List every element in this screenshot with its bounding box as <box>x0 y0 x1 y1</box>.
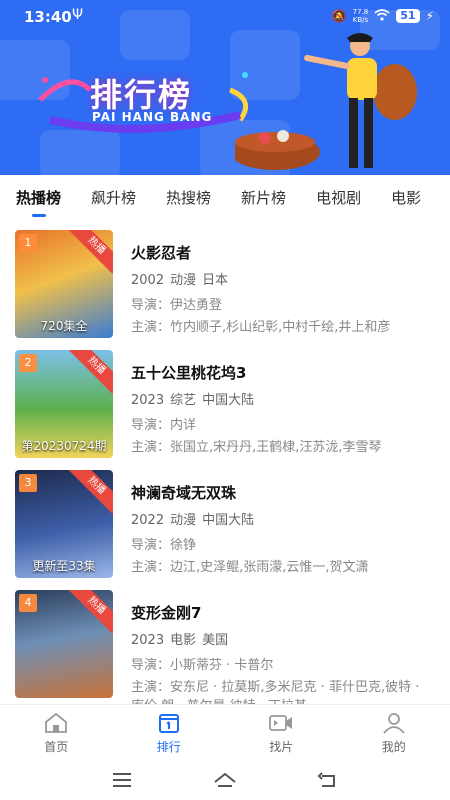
item-cast: 主演：竹内顺子,杉山纪彰,中村千绘,井上和彦 <box>131 318 431 337</box>
item-region: 中国大陆 <box>202 393 255 408</box>
tab-movie[interactable]: 电影 <box>391 187 421 208</box>
item-meta: 2002 动漫 日本 <box>131 269 431 288</box>
menu-icon[interactable] <box>110 770 134 790</box>
cast-value: 张国立,宋丹丹,王鹤棣,汪苏泷,李雪琴 <box>170 440 382 455</box>
director-value: 内详 <box>170 418 197 433</box>
status-bar: 13:40 Ψ 🔕 77.8 KB/s 51 ⚡ <box>0 0 450 34</box>
list-item[interactable]: 2 热播 第20230724期 五十公里桃花坞3 2023 综艺 中国大陆 导演：内… <box>15 350 435 458</box>
list-item[interactable]: 4 热播 变形金刚7 2023 电影 美国 导演：小斯蒂芬 · 卡普尔 主演：安东尼… <box>15 590 435 714</box>
item-region: 中国大陆 <box>202 513 255 528</box>
item-meta: 2023 综艺 中国大陆 <box>131 389 431 408</box>
rank-badge: 4 <box>19 594 37 612</box>
item-meta: 2023 电影 美国 <box>131 629 431 648</box>
item-genre: 综艺 <box>170 393 197 408</box>
episode-label: 第20230724期 <box>21 439 107 453</box>
item-director: 导演：小斯蒂芬 · 卡普尔 <box>131 656 431 675</box>
item-title[interactable]: 火影忍者 <box>131 242 431 263</box>
hot-badge: 热播 <box>68 470 113 514</box>
user-icon <box>383 713 405 734</box>
item-title[interactable]: 神澜奇域无双珠 <box>131 482 431 503</box>
tab-hot-search[interactable]: 热搜榜 <box>166 187 211 208</box>
tab-hot-play[interactable]: 热播榜 <box>16 187 61 208</box>
item-genre: 电影 <box>170 633 197 648</box>
category-tabs: 热播榜 飙升榜 热搜榜 新片榜 电视剧 电影 <box>0 175 450 219</box>
poster-image[interactable]: 1 热播 720集全 <box>15 230 113 338</box>
item-meta: 2022 动漫 中国大陆 <box>131 509 431 528</box>
nav-profile-label: 我的 <box>381 740 406 754</box>
speed-unit: KB/s <box>352 16 369 24</box>
episode-label: 720集全 <box>40 319 88 333</box>
list-item[interactable]: 1 热播 720集全 火影忍者 2002 动漫 日本 导演：伊达勇登 主演：竹内顺子… <box>15 230 435 338</box>
tab-rising[interactable]: 飙升榜 <box>91 187 136 208</box>
banner-subtitle: PAI HANG BANG <box>92 110 213 124</box>
poster-image[interactable]: 3 热播 更新至33集 <box>15 470 113 578</box>
item-region: 美国 <box>202 633 229 648</box>
item-title[interactable]: 五十公里桃花坞3 <box>131 362 431 383</box>
nav-ranking[interactable]: 排行 <box>113 705 226 760</box>
usb-icon: Ψ <box>72 7 84 23</box>
rank-badge: 1 <box>19 234 37 252</box>
cast-value: 边江,史泽鲲,张雨濛,云惟一,贺文潇 <box>170 560 369 575</box>
hot-badge: 热播 <box>68 350 113 394</box>
bottom-navigation: 首页 排行 找片 我的 <box>0 704 450 760</box>
home-outline-icon[interactable] <box>213 770 237 790</box>
nav-ranking-label: 排行 <box>156 740 181 754</box>
item-cast: 主演：边江,史泽鲲,张雨濛,云惟一,贺文潇 <box>131 558 431 577</box>
charging-icon: ⚡ <box>425 9 434 23</box>
poster-image[interactable]: 4 热播 <box>15 590 113 698</box>
battery-indicator: 51 <box>396 9 420 23</box>
mute-icon: 🔕 <box>331 9 347 23</box>
back-icon[interactable] <box>316 770 340 790</box>
cast-label: 主演： <box>131 440 171 455</box>
director-label: 导演： <box>131 418 171 433</box>
director-label: 导演： <box>131 658 171 673</box>
nav-find-label: 找片 <box>269 740 294 754</box>
item-year: 2023 <box>131 393 165 408</box>
hot-badge: 热播 <box>68 230 113 274</box>
item-director: 导演：伊达勇登 <box>131 296 431 315</box>
item-region: 日本 <box>202 273 229 288</box>
episode-label: 更新至33集 <box>32 559 96 573</box>
item-cast: 主演：张国立,宋丹丹,王鹤棣,汪苏泷,李雪琴 <box>131 438 431 457</box>
ranking-banner: 13:40 Ψ 🔕 77.8 KB/s 51 ⚡ 排行榜 PAI HANG BA… <box>0 0 450 175</box>
director-label: 导演： <box>131 298 171 313</box>
rank-badge: 3 <box>19 474 37 492</box>
speed-value: 77.8 <box>352 8 369 16</box>
network-speed: 77.8 KB/s <box>353 8 369 24</box>
item-director: 导演：内详 <box>131 416 431 435</box>
director-value: 小斯蒂芬 · 卡普尔 <box>170 658 274 673</box>
system-nav-bar <box>0 760 450 800</box>
nav-home[interactable]: 首页 <box>0 705 113 760</box>
item-title[interactable]: 变形金刚7 <box>131 602 431 623</box>
nav-profile[interactable]: 我的 <box>338 705 450 760</box>
director-value: 徐铮 <box>170 538 197 553</box>
home-icon <box>45 712 68 733</box>
nav-find[interactable]: 找片 <box>225 705 338 760</box>
wifi-icon <box>374 8 390 24</box>
ranking-icon <box>158 714 179 733</box>
item-year: 2022 <box>131 513 165 528</box>
item-director: 导演：徐铮 <box>131 536 431 555</box>
cast-label: 主演： <box>131 560 171 575</box>
cast-label: 主演： <box>131 680 171 695</box>
hot-badge: 热播 <box>68 590 113 634</box>
status-time: 13:40 <box>24 8 72 26</box>
cast-value: 竹内顺子,杉山纪彰,中村千绘,井上和彦 <box>170 320 391 335</box>
video-camera-icon <box>269 715 293 731</box>
item-year: 2023 <box>131 633 165 648</box>
nav-home-label: 首页 <box>44 740 69 754</box>
director-label: 导演： <box>131 538 171 553</box>
director-value: 伊达勇登 <box>170 298 223 313</box>
poster-image[interactable]: 2 热播 第20230724期 <box>15 350 113 458</box>
person-illustration <box>235 33 417 170</box>
cast-label: 主演： <box>131 320 171 335</box>
tab-new-release[interactable]: 新片榜 <box>241 187 286 208</box>
item-genre: 动漫 <box>170 273 197 288</box>
tab-tv-series[interactable]: 电视剧 <box>316 187 361 208</box>
list-item[interactable]: 3 热播 更新至33集 神澜奇域无双珠 2022 动漫 中国大陆 导演：徐铮 主演：… <box>15 470 435 578</box>
item-genre: 动漫 <box>170 513 197 528</box>
item-year: 2002 <box>131 273 165 288</box>
rank-badge: 2 <box>19 354 37 372</box>
